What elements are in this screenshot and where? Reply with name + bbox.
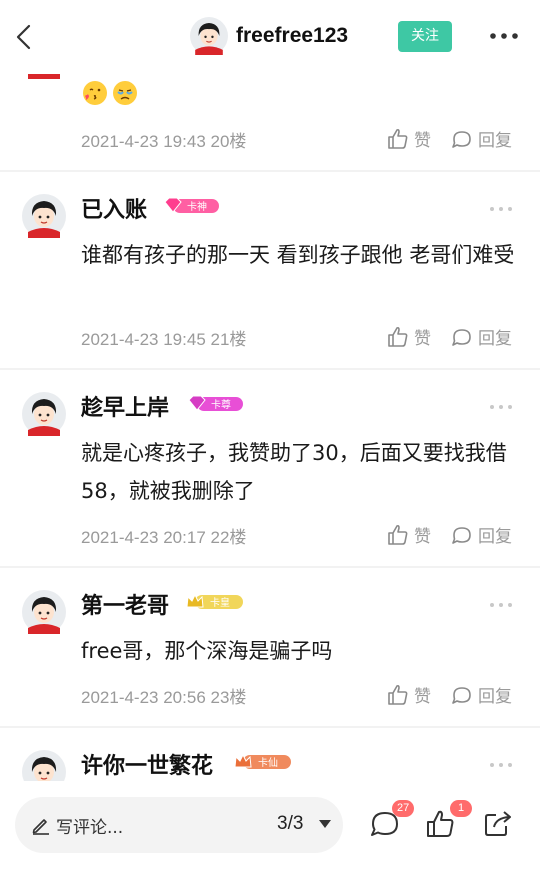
reply-bubble-icon bbox=[450, 127, 474, 151]
commenter-username[interactable]: 已入账 bbox=[81, 192, 147, 224]
badge-kahuang: 卡皇 bbox=[186, 593, 243, 609]
commenter-username[interactable]: 许你一世繁花 bbox=[81, 748, 213, 780]
badge-label: 卡神 bbox=[187, 200, 207, 213]
bottom-bar: 写评论... 3/3 27 1 bbox=[0, 781, 540, 871]
reply-bubble-icon bbox=[450, 325, 474, 349]
comment-text: 谁都有孩子的那一天 看到孩子跟他 老哥们难受 bbox=[81, 243, 515, 267]
comment-more-icon[interactable] bbox=[488, 402, 514, 412]
like-button[interactable]: 赞 bbox=[386, 522, 431, 547]
comment-text: 就是心疼孩子，我赞助了30，后面又要找我借58，就被我删除了 bbox=[81, 441, 507, 503]
commenter-avatar[interactable] bbox=[22, 392, 66, 436]
pen-icon bbox=[32, 819, 49, 835]
commenter-avatar[interactable] bbox=[22, 590, 66, 634]
thumb-up-icon bbox=[386, 683, 410, 707]
more-options-icon[interactable] bbox=[488, 24, 520, 48]
comment-meta: 2021-4-23 19:43 20楼 bbox=[81, 132, 247, 151]
reply-button[interactable]: 回复 bbox=[450, 324, 512, 349]
comment-item: 第一老哥 卡皇 free哥，那个深海是骗子吗 2021-4-23 20:56 2… bbox=[0, 568, 540, 728]
comment-more-icon[interactable] bbox=[488, 204, 514, 214]
top-bar: freefree123 关注 bbox=[0, 0, 540, 74]
like-label: 赞 bbox=[414, 687, 431, 707]
like-button[interactable]: 赞 bbox=[386, 126, 431, 151]
comment-meta: 2021-4-23 20:56 23楼 bbox=[81, 688, 247, 707]
author-avatar[interactable] bbox=[190, 17, 228, 55]
share-icon[interactable] bbox=[482, 809, 514, 839]
page-indicator[interactable]: 3/3 bbox=[277, 813, 303, 835]
comment-more-icon[interactable] bbox=[488, 600, 514, 610]
like-label: 赞 bbox=[414, 329, 431, 349]
reply-label: 回复 bbox=[478, 687, 512, 707]
emoji-cry-icon bbox=[113, 81, 137, 105]
thumb-up-icon bbox=[386, 127, 410, 151]
emoji-kiss-icon bbox=[83, 81, 107, 105]
commenter-avatar[interactable] bbox=[22, 74, 66, 79]
like-label: 赞 bbox=[414, 131, 431, 151]
comment-list[interactable]: 2021-4-23 19:43 20楼 赞 回复 已入账 卡神 谁都有孩子的那一… bbox=[0, 74, 540, 781]
like-count-badge: 1 bbox=[450, 800, 472, 817]
badge-label: 卡皇 bbox=[210, 596, 230, 609]
badge-kashen: 卡神 bbox=[164, 197, 219, 213]
badge-kaxian: 卡仙 bbox=[234, 753, 291, 769]
reply-button[interactable]: 回复 bbox=[450, 682, 512, 707]
like-button[interactable]: 赞 bbox=[386, 324, 431, 349]
reply-label: 回复 bbox=[478, 527, 512, 547]
like-button[interactable]: 赞 bbox=[386, 682, 431, 707]
comment-text: free哥，那个深海是骗子吗 bbox=[81, 639, 333, 663]
comment-more-icon[interactable] bbox=[488, 760, 514, 770]
commenter-avatar[interactable] bbox=[22, 750, 66, 781]
back-arrow-icon[interactable] bbox=[10, 22, 40, 52]
comment-item: 趁早上岸 卡尊 就是心疼孩子，我赞助了30，后面又要找我借58，就被我删除了 2… bbox=[0, 370, 540, 568]
comment-item: 许你一世繁花 卡仙 bbox=[0, 728, 540, 781]
commenter-username[interactable]: 趁早上岸 bbox=[81, 390, 169, 422]
author-username[interactable]: freefree123 bbox=[236, 24, 348, 48]
commenter-avatar[interactable] bbox=[22, 194, 66, 238]
reply-button[interactable]: 回复 bbox=[450, 522, 512, 547]
write-comment-box[interactable]: 写评论... 3/3 bbox=[15, 797, 343, 853]
commenter-username[interactable]: 第一老哥 bbox=[81, 588, 169, 620]
reply-label: 回复 bbox=[478, 329, 512, 349]
like-label: 赞 bbox=[414, 527, 431, 547]
reply-label: 回复 bbox=[478, 131, 512, 151]
comment-item: 2021-4-23 19:43 20楼 赞 回复 bbox=[0, 74, 540, 172]
comment-count-badge: 27 bbox=[392, 800, 415, 817]
reply-button[interactable]: 回复 bbox=[450, 126, 512, 151]
thumb-up-icon bbox=[386, 523, 410, 547]
caret-down-icon[interactable] bbox=[318, 819, 332, 829]
thumb-up-icon bbox=[386, 325, 410, 349]
badge-label: 卡尊 bbox=[211, 398, 231, 411]
write-comment-placeholder: 写评论... bbox=[56, 818, 124, 838]
comment-item: 已入账 卡神 谁都有孩子的那一天 看到孩子跟他 老哥们难受 2021-4-23 … bbox=[0, 172, 540, 370]
reply-bubble-icon bbox=[450, 683, 474, 707]
comment-meta: 2021-4-23 20:17 22楼 bbox=[81, 528, 247, 547]
badge-label: 卡仙 bbox=[258, 756, 278, 769]
reply-bubble-icon bbox=[450, 523, 474, 547]
follow-button[interactable]: 关注 bbox=[398, 21, 452, 52]
comment-meta: 2021-4-23 19:45 21楼 bbox=[81, 330, 247, 349]
badge-kazun: 卡尊 bbox=[188, 395, 243, 411]
